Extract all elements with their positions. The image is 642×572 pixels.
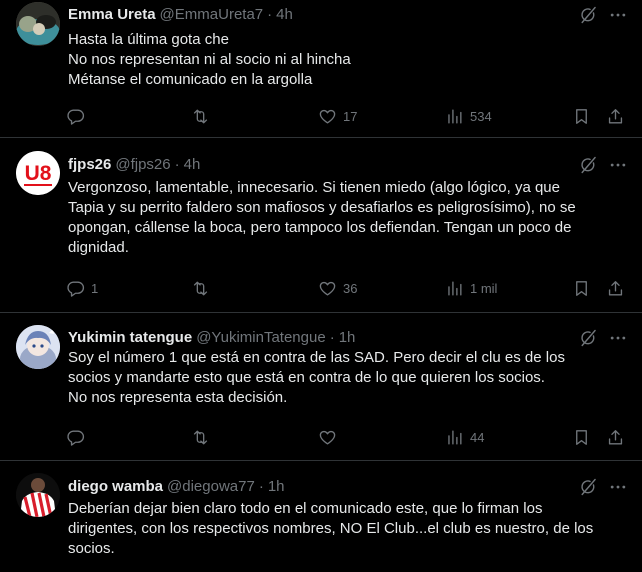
reply-button[interactable]: 1 bbox=[66, 278, 98, 298]
avatar-logo-text: U8 bbox=[25, 162, 52, 185]
author-name[interactable]: Yukimin tatengue bbox=[68, 329, 192, 346]
author-handle[interactable]: @diegowa77 bbox=[167, 478, 255, 495]
view-count: 1 mil bbox=[470, 280, 498, 296]
tweet-header: Yukimin tatengue @YukiminTatengue · 1h bbox=[68, 327, 355, 347]
more-icon[interactable] bbox=[608, 155, 628, 175]
share-button[interactable] bbox=[606, 278, 625, 298]
retweet-button[interactable] bbox=[191, 106, 210, 126]
tweet-text: Deberían dejar bien claro todo en el com… bbox=[68, 499, 628, 559]
retweet-button[interactable] bbox=[191, 278, 210, 298]
reply-count: 1 bbox=[91, 280, 99, 296]
reply-button[interactable] bbox=[66, 427, 91, 447]
tweet-line: Tapia y su perrito faldero son mafiosos … bbox=[68, 199, 576, 216]
more-icon[interactable] bbox=[608, 328, 628, 348]
grok-icon[interactable] bbox=[578, 477, 598, 497]
retweet-icon bbox=[191, 428, 210, 447]
tweet-line: Deberían dejar bien claro todo en el com… bbox=[68, 500, 543, 517]
bookmark-button[interactable] bbox=[572, 427, 591, 447]
share-icon bbox=[606, 107, 625, 126]
share-icon bbox=[606, 279, 625, 298]
reply-button[interactable] bbox=[66, 106, 91, 126]
reply-icon bbox=[66, 107, 85, 126]
grok-icon[interactable] bbox=[578, 5, 598, 25]
timestamp[interactable]: 4h bbox=[184, 156, 201, 173]
author-handle[interactable]: @YukiminTatengue bbox=[196, 329, 325, 346]
bookmark-icon bbox=[572, 279, 591, 298]
tweet-header: Emma Ureta @EmmaUreta7 · 4h bbox=[68, 4, 293, 24]
avatar[interactable] bbox=[16, 325, 60, 369]
reply-icon bbox=[66, 279, 85, 298]
view-count: 534 bbox=[470, 108, 492, 124]
action-bar: 17 534 bbox=[58, 106, 628, 126]
separator-dot: · bbox=[174, 155, 180, 173]
tweet[interactable]: Emma Ureta @EmmaUreta7 · 4h Hasta la últ… bbox=[0, 0, 642, 138]
tweet-line: Métanse el comunicado en la argolla bbox=[68, 71, 313, 88]
timestamp[interactable]: 1h bbox=[339, 329, 356, 346]
tweet-line: dirigentes, con los respectivos nombres,… bbox=[68, 520, 594, 537]
avatar[interactable] bbox=[16, 2, 60, 46]
tweet-header: fjps26 @fjps26 · 4h bbox=[68, 154, 200, 174]
like-button[interactable]: 36 bbox=[318, 278, 357, 298]
retweet-button[interactable] bbox=[191, 427, 210, 447]
views-button[interactable]: 534 bbox=[445, 106, 492, 126]
tweet[interactable]: Yukimin tatengue @YukiminTatengue · 1h S… bbox=[0, 313, 642, 461]
separator-dot: · bbox=[267, 5, 273, 23]
bookmark-button[interactable] bbox=[572, 106, 591, 126]
author-name[interactable]: fjps26 bbox=[68, 156, 111, 173]
more-icon[interactable] bbox=[608, 5, 628, 25]
tweet[interactable]: U8 fjps26 @fjps26 · 4h Vergonzoso, lamen… bbox=[0, 138, 642, 313]
more-icon[interactable] bbox=[608, 477, 628, 497]
bookmark-icon bbox=[572, 107, 591, 126]
tweet-line: dignidad. bbox=[68, 239, 129, 256]
grok-icon[interactable] bbox=[578, 328, 598, 348]
like-button[interactable] bbox=[318, 427, 343, 447]
avatar[interactable] bbox=[16, 473, 60, 517]
tweet-text: Hasta la última gota che No nos represen… bbox=[68, 30, 628, 90]
retweet-icon bbox=[191, 279, 210, 298]
share-button[interactable] bbox=[606, 106, 625, 126]
timestamp[interactable]: 1h bbox=[268, 478, 285, 495]
author-handle[interactable]: @EmmaUreta7 bbox=[160, 6, 264, 23]
author-handle[interactable]: @fjps26 bbox=[115, 156, 170, 173]
like-icon bbox=[318, 279, 337, 298]
action-bar: 1 36 1 mil bbox=[58, 278, 628, 298]
separator-dot: · bbox=[329, 328, 335, 346]
like-button[interactable]: 17 bbox=[318, 106, 357, 126]
tweet-line: socios. bbox=[68, 540, 115, 557]
like-count: 17 bbox=[343, 108, 358, 124]
timestamp[interactable]: 4h bbox=[276, 6, 293, 23]
tweet-text: Soy el número 1 que está en contra de la… bbox=[68, 348, 628, 408]
separator-dot: · bbox=[258, 477, 264, 495]
like-icon bbox=[318, 428, 337, 447]
tweet-line: Hasta la última gota che bbox=[68, 31, 229, 48]
tweet-text: Vergonzoso, lamentable, innecesario. Si … bbox=[68, 178, 628, 258]
action-bar: 44 bbox=[58, 427, 628, 447]
reply-icon bbox=[66, 428, 85, 447]
bookmark-button[interactable] bbox=[572, 278, 591, 298]
author-name[interactable]: diego wamba bbox=[68, 478, 163, 495]
like-count: 36 bbox=[343, 280, 358, 296]
tweet-line: opongan, cállense la boca, pero tampoco … bbox=[68, 219, 572, 236]
tweet-line: Vergonzoso, lamentable, innecesario. Si … bbox=[68, 179, 560, 196]
share-button[interactable] bbox=[606, 427, 625, 447]
tweet[interactable]: diego wamba @diegowa77 · 1h Deberían dej… bbox=[0, 461, 642, 572]
retweet-icon bbox=[191, 107, 210, 126]
grok-icon[interactable] bbox=[578, 155, 598, 175]
views-button[interactable]: 44 bbox=[445, 427, 484, 447]
view-count: 44 bbox=[470, 429, 485, 445]
tweet-line: No nos representa esta decisión. bbox=[68, 389, 288, 406]
tweet-header: diego wamba @diegowa77 · 1h bbox=[68, 476, 285, 496]
tweet-line: No nos representan ni al socio ni al hin… bbox=[68, 51, 351, 68]
views-icon bbox=[445, 279, 464, 298]
share-icon bbox=[606, 428, 625, 447]
like-icon bbox=[318, 107, 337, 126]
avatar[interactable]: U8 bbox=[16, 151, 60, 195]
tweet-line: socios y mandarte esto que está en contr… bbox=[68, 369, 545, 386]
bookmark-icon bbox=[572, 428, 591, 447]
author-name[interactable]: Emma Ureta bbox=[68, 6, 156, 23]
views-icon bbox=[445, 428, 464, 447]
tweet-line: Soy el número 1 que está en contra de la… bbox=[68, 349, 565, 366]
views-button[interactable]: 1 mil bbox=[445, 278, 497, 298]
views-icon bbox=[445, 107, 464, 126]
